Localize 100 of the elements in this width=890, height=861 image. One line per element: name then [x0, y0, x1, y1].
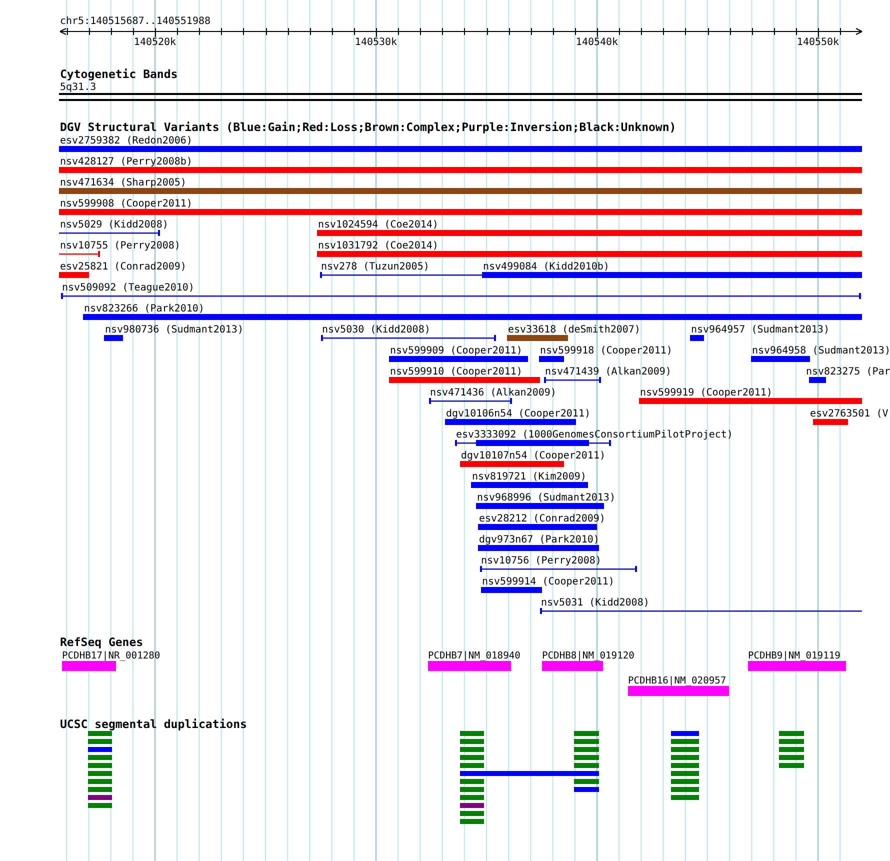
duplication-bar[interactable] — [671, 795, 699, 800]
duplication-bar[interactable] — [460, 803, 484, 808]
gene-label: PCDHB16|NM_020957 — [628, 676, 726, 686]
duplication-bar[interactable] — [671, 755, 699, 760]
duplication-bar[interactable] — [779, 739, 804, 744]
gene-label: PCDHB17|NR_001280 — [62, 650, 160, 662]
duplication-bar[interactable] — [779, 747, 804, 752]
variant-bar[interactable] — [317, 251, 862, 257]
variant-bar[interactable] — [507, 335, 568, 341]
variant-bar[interactable] — [59, 188, 862, 194]
duplication-bar[interactable] — [574, 787, 599, 792]
duplication-bar[interactable] — [88, 755, 112, 760]
duplication-bar[interactable] — [460, 787, 484, 792]
duplication-bar[interactable] — [88, 731, 112, 736]
variant-span[interactable] — [320, 272, 482, 278]
duplication-bar[interactable] — [779, 763, 804, 768]
duplication-bar[interactable] — [671, 747, 699, 752]
variant-label: nsv823275 (Par — [806, 366, 890, 378]
gene-bar[interactable] — [428, 661, 511, 671]
duplication-bar[interactable] — [779, 731, 804, 736]
variant-bar[interactable] — [317, 230, 862, 236]
duplication-bar[interactable] — [574, 747, 599, 752]
duplication-bar[interactable] — [460, 731, 484, 736]
variant-span[interactable] — [429, 398, 512, 404]
variant-label: nsv599914 (Cooper2011) — [482, 576, 614, 588]
variant-span[interactable] — [59, 230, 160, 236]
variant-bar[interactable] — [478, 524, 597, 530]
variant-bar[interactable] — [481, 587, 542, 593]
duplication-bar[interactable] — [671, 763, 699, 768]
variant-bar[interactable] — [460, 461, 564, 467]
duplication-bar[interactable] — [460, 819, 484, 824]
variant-label: nsv823266 (Park2010) — [84, 304, 204, 314]
variant-bar[interactable] — [539, 356, 564, 362]
duplication-bar[interactable] — [574, 739, 599, 744]
duplication-bar[interactable] — [460, 739, 484, 744]
variant-label: nsv819721 (Kim2009) — [472, 472, 586, 482]
variant-bar[interactable] — [690, 335, 704, 341]
variant-bar[interactable] — [59, 209, 862, 215]
duplication-bar[interactable] — [88, 795, 112, 800]
variant-bar[interactable] — [83, 314, 862, 320]
variant-span[interactable] — [540, 608, 862, 614]
duplication-bar[interactable] — [88, 771, 112, 776]
duplication-bar[interactable] — [460, 811, 484, 816]
duplication-bar[interactable] — [460, 779, 484, 784]
band-label: 5q31.3 — [60, 82, 96, 93]
variant-bar[interactable] — [59, 146, 862, 152]
variant-bar[interactable] — [445, 419, 576, 425]
variant-label: nsv10755 (Perry2008) — [60, 240, 180, 252]
gene-bar[interactable] — [542, 661, 603, 671]
variant-bar[interactable] — [59, 167, 862, 173]
variant-label: nsv509092 (Teague2010) — [62, 282, 194, 294]
variant-span[interactable] — [321, 335, 496, 341]
variant-label: nsv1031792 (Coe2014) — [318, 240, 438, 252]
duplication-bar[interactable] — [671, 731, 699, 736]
gene-label: PCDHB7|NM_018940 — [428, 650, 520, 662]
variant-bar[interactable] — [476, 503, 604, 509]
variant-bar[interactable] — [104, 335, 123, 341]
duplication-bar[interactable] — [460, 771, 599, 776]
variant-bar[interactable] — [478, 545, 599, 551]
variant-span[interactable] — [544, 377, 601, 383]
variant-label: nsv278 (Tuzun2005) — [321, 262, 430, 272]
duplication-bar[interactable] — [671, 779, 699, 784]
variant-label: nsv964957 (Sudmant2013) — [691, 324, 830, 336]
duplication-bar[interactable] — [460, 763, 484, 768]
variant-bar[interactable] — [751, 356, 810, 362]
duplication-bar[interactable] — [88, 739, 112, 744]
variant-span[interactable] — [61, 293, 861, 299]
duplication-bar[interactable] — [574, 755, 599, 760]
duplication-bar[interactable] — [88, 779, 112, 784]
gene-bar[interactable] — [62, 661, 116, 671]
track-title: RefSeq Genes — [60, 635, 144, 649]
duplication-bar[interactable] — [88, 803, 112, 808]
duplication-bar[interactable] — [574, 731, 599, 736]
variant-span[interactable] — [59, 251, 100, 257]
variant-bar[interactable] — [639, 398, 862, 404]
variant-label: nsv968996 (Sudmant2013) — [477, 492, 616, 504]
variant-bar[interactable] — [809, 377, 826, 383]
duplication-bar[interactable] — [460, 755, 484, 760]
duplication-bar[interactable] — [574, 779, 599, 784]
duplication-bar[interactable] — [671, 787, 699, 792]
duplication-bar[interactable] — [460, 747, 484, 752]
variant-label: esv3333092 (1000GenomesConsortiumPilotProject) — [456, 430, 733, 440]
duplication-bar[interactable] — [671, 771, 699, 776]
gene-label: PCDHB8|NM_019120 — [542, 650, 634, 662]
gene-bar[interactable] — [748, 661, 846, 671]
duplication-bar[interactable] — [88, 747, 112, 752]
duplication-bar[interactable] — [779, 755, 804, 760]
gene-bar[interactable] — [628, 686, 729, 696]
variant-span[interactable] — [480, 566, 637, 572]
variant-label: esv2763501 (V — [810, 408, 888, 420]
duplication-bar[interactable] — [88, 763, 112, 768]
variant-bar[interactable] — [813, 419, 848, 425]
variant-bar[interactable] — [389, 356, 528, 362]
duplication-bar[interactable] — [460, 795, 484, 800]
duplication-bar[interactable] — [88, 787, 112, 792]
duplication-bar[interactable] — [574, 763, 599, 768]
variant-span[interactable] — [455, 440, 611, 446]
variant-bar[interactable] — [471, 482, 588, 488]
variant-bar[interactable] — [59, 272, 89, 278]
duplication-bar[interactable] — [671, 739, 699, 744]
